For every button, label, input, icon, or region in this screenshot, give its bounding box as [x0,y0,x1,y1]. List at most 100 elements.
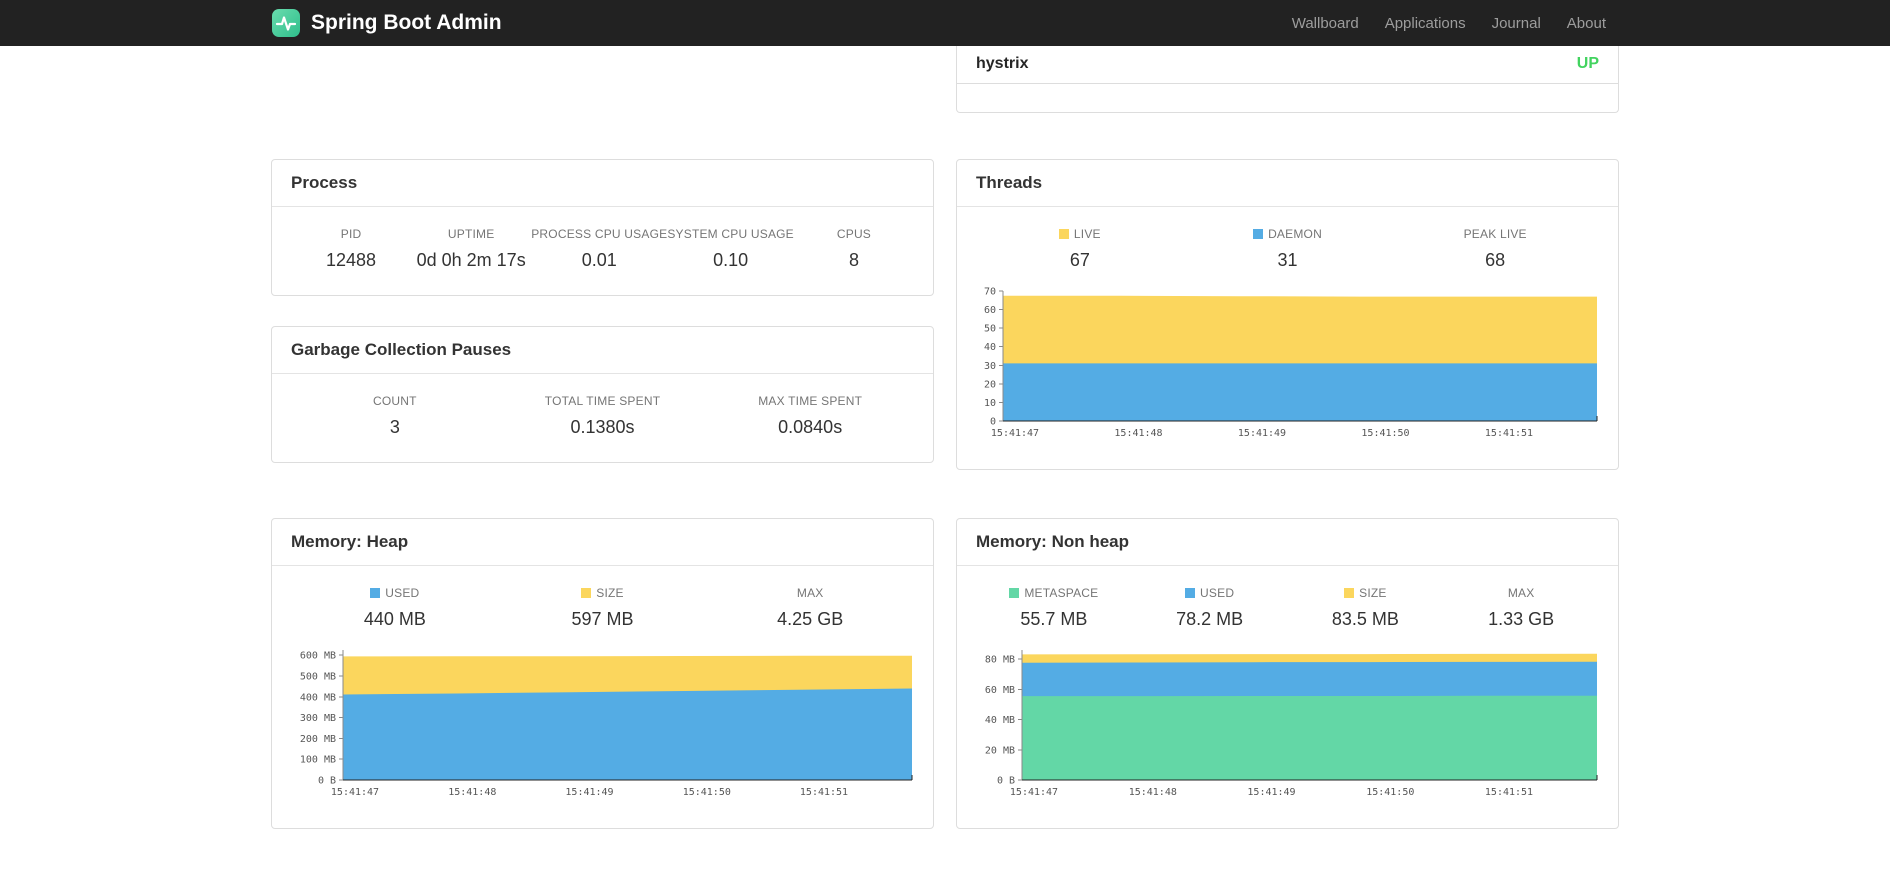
svg-text:15:41:51: 15:41:51 [1485,428,1533,439]
svg-text:15:41:50: 15:41:50 [1361,428,1409,439]
legend-label: SIZE [1288,586,1444,600]
legend-value: 78.2 MB [1176,609,1244,629]
legend-max: MAX 1.33 GB [1443,586,1599,630]
navbar-brand[interactable]: Spring Boot Admin [271,8,502,38]
legend-metaspace: METASPACE 55.7 MB [976,586,1132,630]
legend-value: 1.33 GB [1488,609,1555,629]
memory-heap-panel: Memory: Heap USED 440 MB SIZE 597 MB MAX… [271,518,934,829]
main-content: hystrix UP Process PID 12488 UPTIME 0d 0… [271,46,1619,829]
threads-panel: Threads LIVE 67 DAEMON 31 PEAK LIVE 68 0… [956,159,1619,470]
svg-text:20: 20 [984,379,996,390]
metric-label: PROCESS CPU USAGE [531,227,668,241]
svg-text:40 MB: 40 MB [985,715,1015,726]
used-swatch-icon [1185,588,1196,598]
nav-link-journal[interactable]: Journal [1479,15,1554,32]
svg-text:50: 50 [984,324,996,335]
nav-link-applications[interactable]: Applications [1372,15,1479,32]
nav-link-about[interactable]: About [1554,15,1619,32]
svg-text:0: 0 [990,417,996,428]
memory-nonheap-chart: 0 B 20 MB 40 MB 60 MB 80 MB 15:41:47 15:41:48 1… [976,644,1599,804]
gc-metrics: COUNT 3 TOTAL TIME SPENT 0.1380s MAX TIM… [291,394,914,438]
legend-label: LIVE [976,227,1184,241]
svg-text:200 MB: 200 MB [300,734,336,745]
metric-value: 0.01 [581,250,617,270]
legend-peak-live: PEAK LIVE 68 [1391,227,1599,271]
daemon-swatch-icon [1253,229,1264,239]
used-swatch-icon [370,588,381,598]
svg-text:0 B: 0 B [318,776,336,787]
bottom-row: Memory: Heap USED 440 MB SIZE 597 MB MAX… [271,518,1619,829]
legend-size: SIZE 597 MB [499,586,707,630]
threads-panel-title: Threads [957,160,1618,207]
status-panel-spacer [957,84,1618,112]
live-swatch-icon [1058,229,1069,239]
gc-panel-body: COUNT 3 TOTAL TIME SPENT 0.1380s MAX TIM… [272,374,933,462]
navbar-brand-label: Spring Boot Admin [311,11,502,34]
navbar: Spring Boot Admin Wallboard Applications… [0,0,1890,46]
svg-text:15:41:47: 15:41:47 [331,787,379,798]
legend-value: 440 MB [363,609,426,629]
svg-text:10: 10 [984,398,996,409]
metric-value: 3 [389,417,400,437]
metric-gc-max-time: MAX TIME SPENT 0.0840s [706,394,914,438]
middle-row: Process PID 12488 UPTIME 0d 0h 2m 17s PR… [271,159,1619,470]
legend-value: 4.25 GB [777,609,844,629]
svg-text:15:41:49: 15:41:49 [565,787,613,798]
legend-live: LIVE 67 [976,227,1184,271]
metric-uptime: UPTIME 0d 0h 2m 17s [411,227,531,271]
metric-value: 0d 0h 2m 17s [416,250,526,270]
metric-system-cpu-usage: SYSTEM CPU USAGE 0.10 [667,227,794,271]
svg-text:15:41:50: 15:41:50 [683,787,731,798]
status-badge: UP [1576,55,1599,72]
svg-text:70: 70 [984,287,996,298]
legend-value: 597 MB [571,609,634,629]
svg-text:60 MB: 60 MB [985,685,1015,696]
svg-text:15:41:47: 15:41:47 [991,428,1039,439]
metric-gc-count: COUNT 3 [291,394,499,438]
svg-text:300 MB: 300 MB [300,713,336,724]
metric-label: PID [340,227,362,241]
svg-text:15:41:51: 15:41:51 [1485,787,1533,798]
metric-label: TOTAL TIME SPENT [544,394,661,408]
svg-text:20 MB: 20 MB [985,745,1015,756]
legend-value: 55.7 MB [1020,609,1088,629]
spring-boot-admin-logo-icon [271,8,301,38]
metric-label: SYSTEM CPU USAGE [667,227,794,241]
legend-label: MAX [796,586,824,600]
svg-text:400 MB: 400 MB [300,692,336,703]
size-swatch-icon [581,588,592,598]
legend-max: MAX 4.25 GB [706,586,914,630]
svg-text:0 B: 0 B [997,776,1015,787]
legend-label: MAX [1507,586,1535,600]
legend-label: DAEMON [1184,227,1392,241]
svg-text:600 MB: 600 MB [300,651,336,662]
svg-text:15:41:48: 15:41:48 [448,787,496,798]
heap-legend: USED 440 MB SIZE 597 MB MAX 4.25 GB [291,586,914,630]
navbar-links: Wallboard Applications Journal About [1279,15,1619,32]
nonheap-legend: METASPACE 55.7 MB USED 78.2 MB SIZE 83.5… [976,586,1599,630]
process-panel: Process PID 12488 UPTIME 0d 0h 2m 17s PR… [271,159,934,296]
legend-value: 83.5 MB [1331,609,1399,629]
threads-legend: LIVE 67 DAEMON 31 PEAK LIVE 68 [976,227,1599,271]
metric-cpus: CPUS 8 [794,227,914,271]
metric-gc-total-time: TOTAL TIME SPENT 0.1380s [499,394,707,438]
nav-link-wallboard[interactable]: Wallboard [1279,15,1372,32]
svg-text:100 MB: 100 MB [300,755,336,766]
metric-pid: PID 12488 [291,227,411,271]
legend-used: USED 78.2 MB [1132,586,1288,630]
process-panel-body: PID 12488 UPTIME 0d 0h 2m 17s PROCESS CP… [272,207,933,295]
metric-label: UPTIME [447,227,495,241]
svg-text:15:41:48: 15:41:48 [1129,787,1177,798]
metric-process-cpu-usage: PROCESS CPU USAGE 0.01 [531,227,667,271]
threads-panel-body: LIVE 67 DAEMON 31 PEAK LIVE 68 0 10 20 3… [957,207,1618,469]
legend-label: PEAK LIVE [1463,227,1527,241]
legend-daemon: DAEMON 31 [1184,227,1392,271]
metric-value: 12488 [326,250,377,270]
legend-size: SIZE 83.5 MB [1288,586,1444,630]
navbar-container: Spring Boot Admin Wallboard Applications… [271,0,1619,46]
gc-panel: Garbage Collection Pauses COUNT 3 TOTAL … [271,326,934,463]
top-row-left-empty [271,46,934,113]
size-swatch-icon [1344,588,1355,598]
svg-text:80 MB: 80 MB [985,655,1015,666]
memory-heap-chart: 0 B 100 MB 200 MB 300 MB 400 MB 500 MB 600 MB 1… [291,644,914,804]
